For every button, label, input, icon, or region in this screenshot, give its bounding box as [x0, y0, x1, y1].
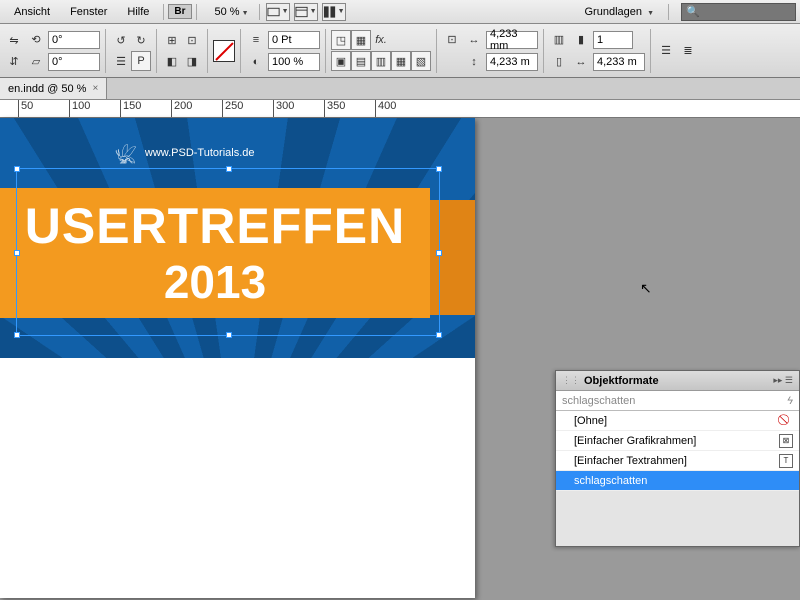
menubar: Ansicht Fenster Hilfe Br 50 %▼ ▼ ▼ ▼ Gru… [0, 0, 800, 24]
zoom-level[interactable]: 50 %▼ [209, 4, 255, 20]
flip-v-icon[interactable]: ⇵ [4, 51, 24, 71]
wrap-column-icon[interactable]: ▧ [411, 51, 431, 71]
document-tabbar: en.indd @ 50 % × [0, 78, 800, 100]
columns-field[interactable]: 1 [593, 31, 633, 49]
ruler-tick: 300 [273, 100, 294, 118]
selection-frame[interactable] [16, 168, 440, 336]
corner-icon[interactable]: ◳ [331, 30, 351, 50]
balance-icon[interactable]: ☰ [656, 41, 676, 61]
effects-icon[interactable]: ▦ [351, 30, 371, 50]
opacity-icon: ◐ [246, 52, 266, 72]
ruler-tick: 200 [171, 100, 192, 118]
select-container-icon[interactable]: ⊡ [182, 30, 202, 50]
panel-list: [Ohne]⃠[Einfacher Grafikrahmen]⊠[Einfach… [556, 411, 799, 491]
menu-ansicht[interactable]: Ansicht [4, 3, 60, 21]
canvas[interactable]: 𓆤 www.PSD-Tutorials.de USERTREFFEN 2013 [0, 118, 515, 600]
shear-field[interactable]: 0° [48, 53, 100, 71]
opacity-field[interactable]: 100 % [268, 53, 320, 71]
align-icon[interactable]: ☰ [111, 51, 131, 71]
panel-empty [556, 491, 799, 546]
bridge-button[interactable]: Br [168, 4, 191, 19]
object-style-row[interactable]: schlagschatten [556, 471, 799, 491]
object-styles-panel[interactable]: ⋮⋮ Objektformate ▸▸ ☰ schlagschatten ϟ [… [555, 370, 800, 547]
control-toolbar: ⇋ ⇵ ⟲0° ▱0° ↺↻ ☰P ⊞⊡ ◧◨ ≡0 Pt ◐100 % ◳▦f… [0, 24, 800, 78]
stroke-weight-field[interactable]: 0 Pt [268, 31, 320, 49]
butterfly-icon: 𓆤 [115, 138, 137, 168]
object-style-label: [Ohne] [574, 415, 607, 427]
rotate-cw-icon[interactable]: ↻ [131, 30, 151, 50]
panel-header[interactable]: ⋮⋮ Objektformate ▸▸ ☰ [556, 371, 799, 391]
url-text: www.PSD-Tutorials.de [145, 147, 255, 159]
flip-h-icon[interactable]: ⇋ [4, 30, 24, 50]
ruler-tick: 100 [69, 100, 90, 118]
search-input[interactable]: 🔍 [681, 3, 796, 21]
crop-icon: ⊡ [442, 30, 462, 50]
object-style-label: [Einfacher Grafikrahmen] [574, 435, 696, 447]
text-frame-icon: T [779, 454, 793, 468]
clear-override-icon[interactable]: ϟ [787, 395, 793, 407]
graphic-frame-icon: ⊠ [779, 434, 793, 448]
select-content-icon[interactable]: ⊞ [162, 30, 182, 50]
width-field[interactable]: 4,233 mm [486, 31, 538, 49]
wrap-bounding-icon[interactable]: ▤ [351, 51, 371, 71]
stroke-weight-icon: ≡ [246, 30, 266, 50]
fill-stroke-icon[interactable] [213, 40, 235, 62]
object-style-row[interactable]: [Einfacher Textrahmen] T [556, 451, 799, 471]
object-style-row[interactable]: [Einfacher Grafikrahmen] ⊠ [556, 431, 799, 451]
ruler-tick: 150 [120, 100, 141, 118]
close-icon[interactable]: × [92, 83, 98, 94]
wrap-none-icon[interactable]: ▣ [331, 51, 351, 71]
wrap-jump-icon[interactable]: ▦ [391, 51, 411, 71]
wrap-shape-icon[interactable]: ▥ [371, 51, 391, 71]
logo-row: 𓆤 www.PSD-Tutorials.de [115, 138, 255, 168]
menu-fenster[interactable]: Fenster [60, 3, 117, 21]
panel-filter[interactable]: schlagschatten ϟ [556, 391, 799, 411]
document-tab-label: en.indd @ 50 % [8, 83, 86, 95]
rotate-ccw-icon[interactable]: ↺ [111, 30, 131, 50]
height-icon: ↕ [464, 52, 484, 72]
prev-obj-icon[interactable]: ◧ [162, 51, 182, 71]
shear-icon: ▱ [26, 52, 46, 72]
screen-mode-icon[interactable]: ▼ [294, 3, 318, 21]
gutter-icon: ▯ [549, 52, 569, 72]
fx-icon[interactable]: fx. [371, 30, 391, 50]
panel-collapse-icon[interactable]: ▸▸ ☰ [773, 375, 793, 386]
search-icon: 🔍 [686, 5, 700, 18]
ruler-tick: 50 [18, 100, 33, 118]
span-icon[interactable]: ≣ [678, 41, 698, 61]
col-count-icon: ▮ [571, 30, 591, 50]
width-icon: ↔ [464, 30, 484, 50]
view-mode-icon[interactable]: ▼ [266, 3, 290, 21]
document-tab[interactable]: en.indd @ 50 % × [0, 78, 107, 99]
panel-filter-text: schlagschatten [562, 395, 635, 407]
object-style-label: [Einfacher Textrahmen] [574, 455, 687, 467]
ruler-tick: 400 [375, 100, 396, 118]
gutter-w-icon: ↔ [571, 52, 591, 72]
ruler-tick: 250 [222, 100, 243, 118]
workspace-switcher[interactable]: Grundlagen ▼ [575, 3, 665, 21]
object-style-row[interactable]: [Ohne]⃠ [556, 411, 799, 431]
arrange-icon[interactable]: ▼ [322, 3, 346, 21]
ruler-tick: 350 [324, 100, 345, 118]
grip-icon: ⋮⋮ [562, 375, 580, 386]
object-style-label: schlagschatten [574, 475, 647, 487]
gutter-field[interactable]: 4,233 m [593, 53, 645, 71]
text-frame-icon[interactable]: P [131, 51, 151, 71]
panel-title: Objektformate [584, 375, 659, 387]
rotate-icon: ⟲ [26, 30, 46, 50]
next-obj-icon[interactable]: ◨ [182, 51, 202, 71]
height-field[interactable]: 4,233 m [486, 53, 538, 71]
ruler-horizontal: 50 100 150 200 250 300 350 400 [0, 100, 800, 118]
page: 𓆤 www.PSD-Tutorials.de USERTREFFEN 2013 [0, 118, 475, 598]
none-icon: ⃠ [779, 414, 793, 428]
columns-icon: ▥ [549, 30, 569, 50]
menu-hilfe[interactable]: Hilfe [117, 3, 159, 21]
rotation-field[interactable]: 0° [48, 31, 100, 49]
